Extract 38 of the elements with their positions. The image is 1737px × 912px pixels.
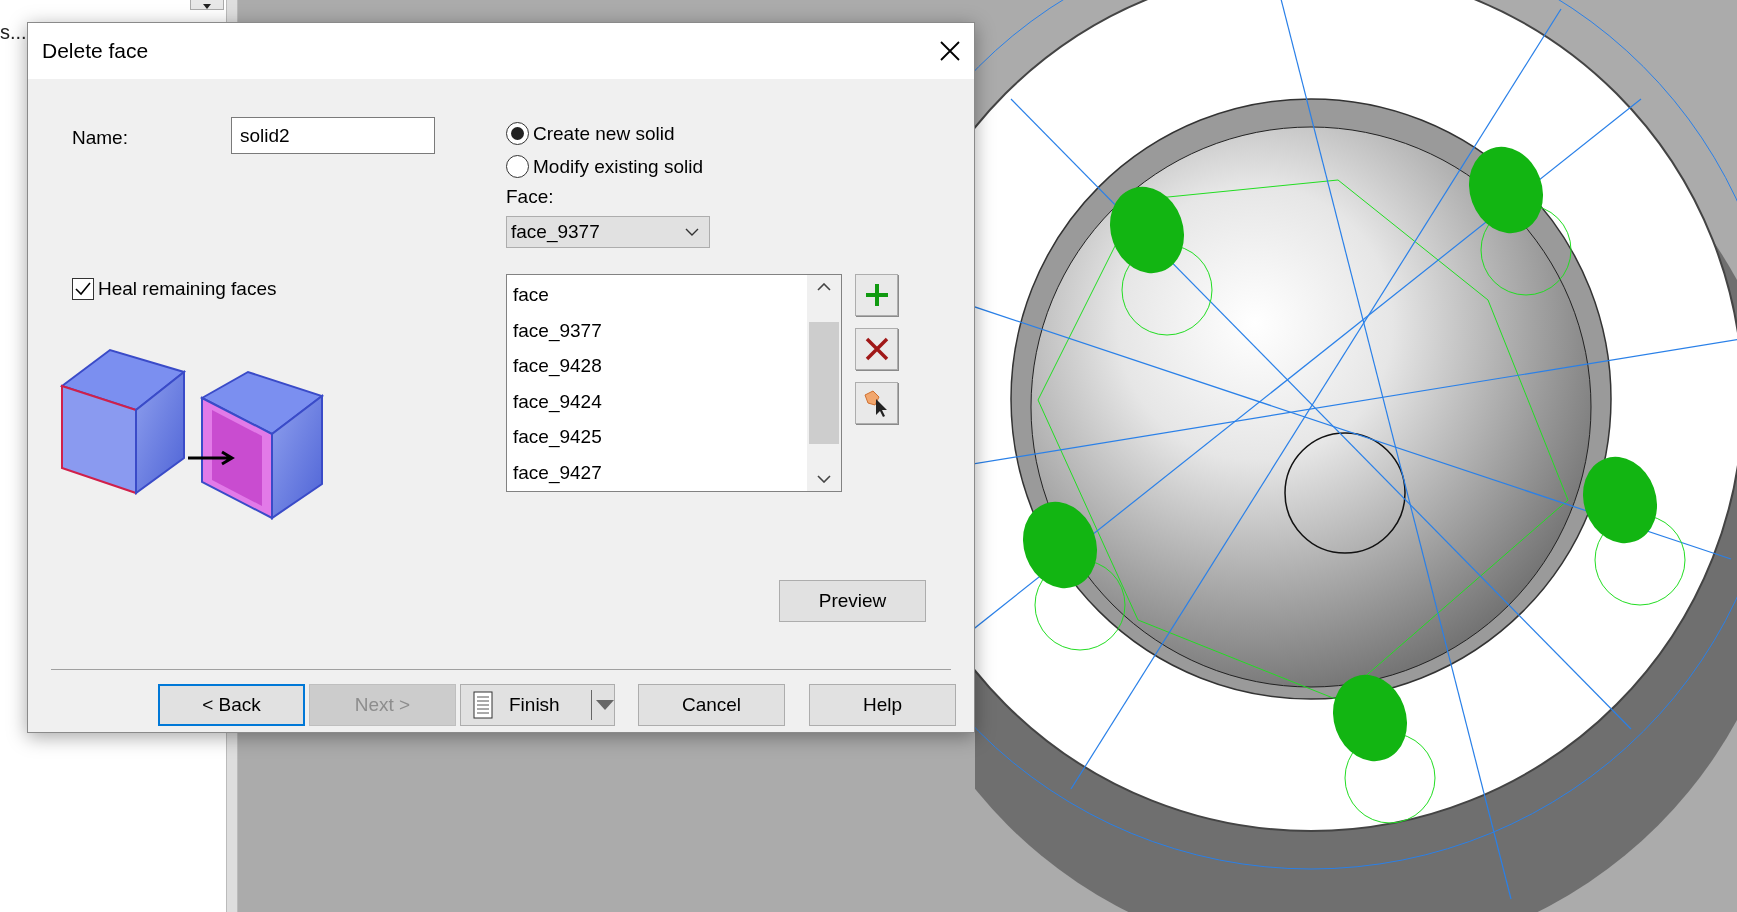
checkbox[interactable] (72, 278, 94, 300)
name-label: Name: (72, 126, 129, 149)
name-field[interactable]: solid2 (231, 117, 435, 154)
list-item[interactable]: face_9427 (513, 455, 602, 491)
plus-icon (864, 283, 889, 307)
document-icon (473, 691, 493, 719)
finish-split-button[interactable]: Finish (460, 684, 615, 726)
list-item[interactable]: face_9425 (513, 420, 602, 456)
caret-icon (203, 4, 211, 9)
list-item[interactable]: face_9424 (513, 384, 602, 420)
radio-button[interactable] (506, 155, 529, 178)
delete-icon (864, 337, 889, 361)
scrollbar[interactable] (807, 275, 841, 491)
scrollbar-thumb[interactable] (809, 322, 839, 444)
dropdown-button[interactable] (190, 0, 224, 10)
wizard-button[interactable]: Cancel (638, 684, 785, 726)
wizard-button[interactable]: Help (809, 684, 956, 726)
radio-button[interactable] (506, 122, 529, 145)
preview-button[interactable]: Preview (779, 580, 926, 622)
radio-label[interactable]: Modify existing solid (533, 155, 704, 178)
pick-face-button[interactable] (855, 382, 898, 424)
wizard-button[interactable]: < Back (158, 684, 305, 726)
list-item[interactable]: face_9428 (513, 349, 602, 385)
face-dropdown[interactable]: face_9377 (506, 216, 710, 248)
sidebar-text: s... (0, 21, 27, 44)
list-item[interactable]: face_9377 (513, 313, 602, 349)
close-icon[interactable] (940, 41, 960, 61)
add-button[interactable] (855, 274, 898, 316)
list-item[interactable]: face (513, 278, 549, 314)
face-label: Face: (506, 185, 555, 209)
scroll-down-icon[interactable] (817, 475, 831, 483)
remove-button[interactable] (855, 328, 898, 370)
caret-icon[interactable] (596, 700, 614, 710)
dialog-title: Delete face (42, 39, 149, 63)
radio-label[interactable]: Create new solid (533, 122, 675, 145)
chevron-down-icon (685, 228, 699, 236)
scroll-up-icon[interactable] (817, 283, 831, 291)
checkbox-label[interactable]: Heal remaining faces (98, 278, 277, 300)
